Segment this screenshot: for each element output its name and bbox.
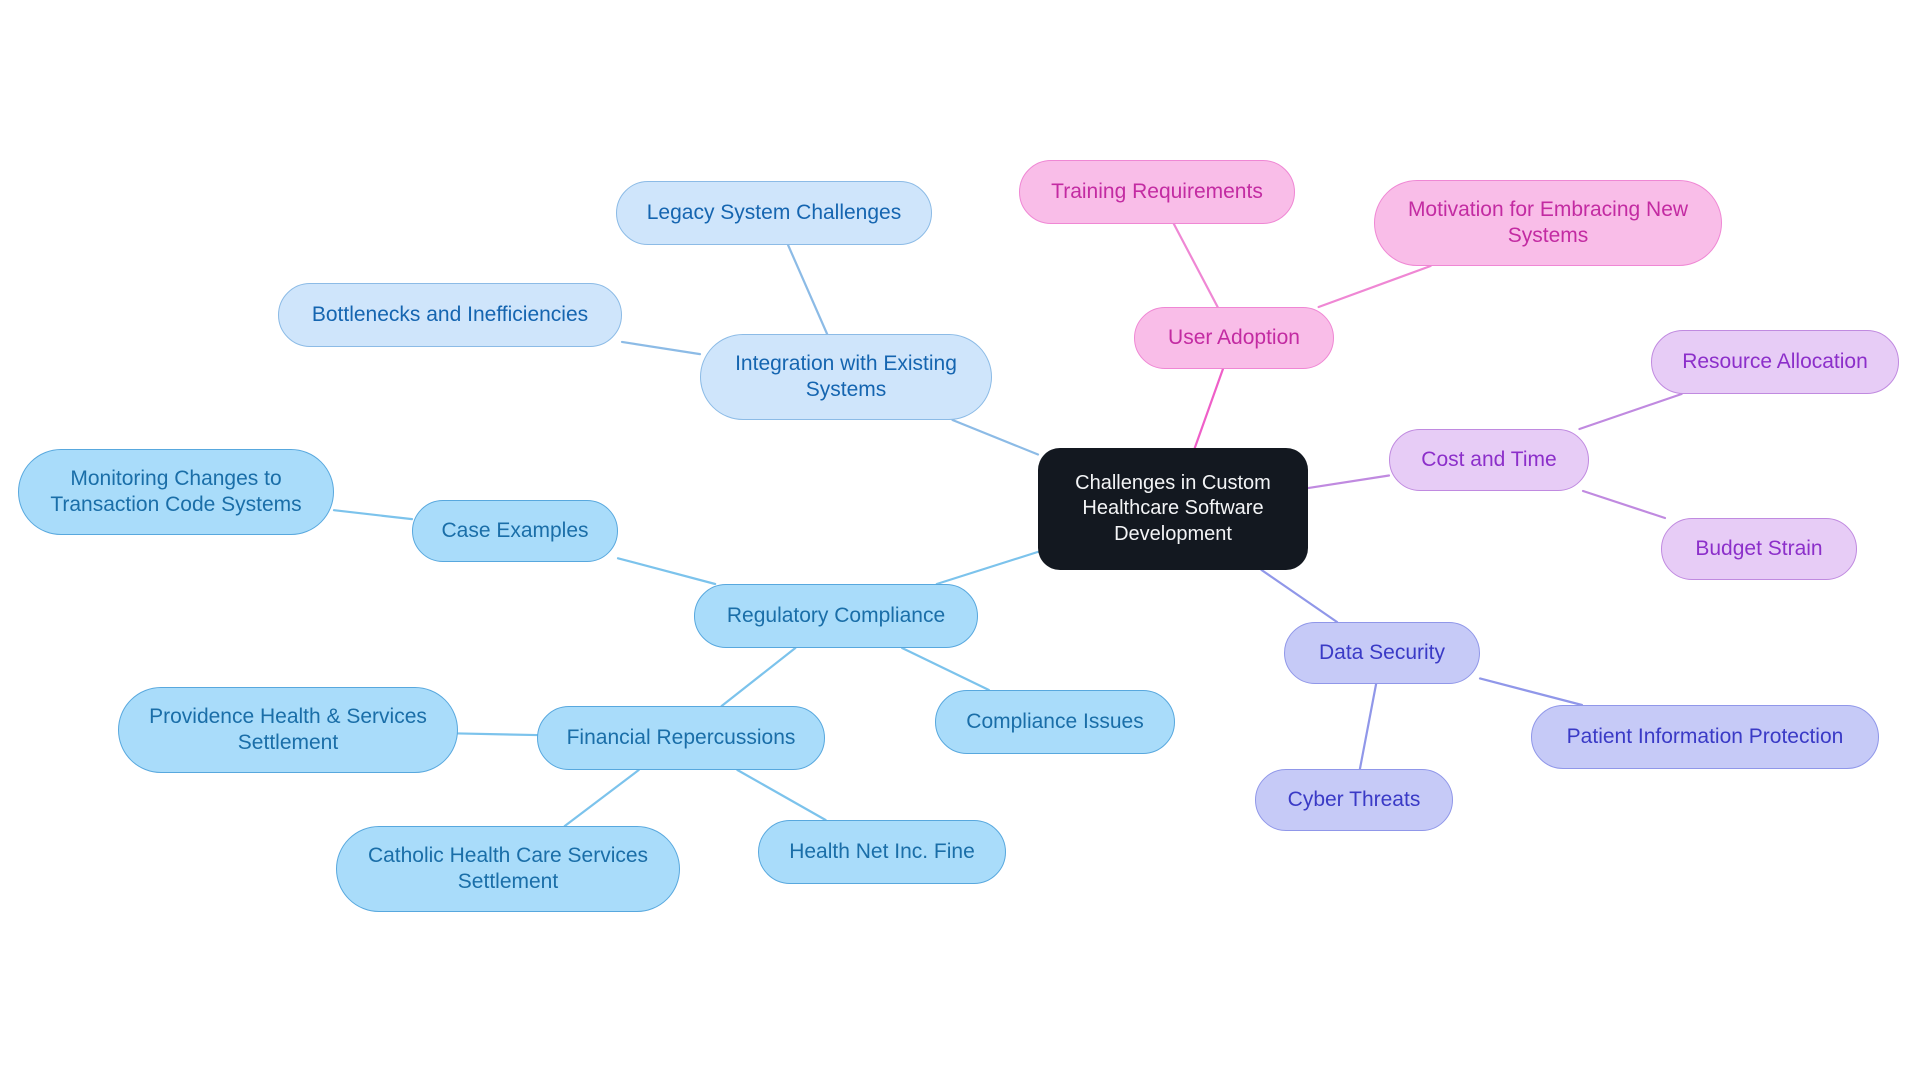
mindmap-node-costtime[interactable]: Cost and Time bbox=[1389, 429, 1589, 491]
mindmap-node-training[interactable]: Training Requirements bbox=[1019, 160, 1295, 224]
mindmap-node-label-bottlenecks: Bottlenecks and Inefficiencies bbox=[311, 302, 589, 326]
mindmap-edge-financial-to-providence bbox=[456, 732, 539, 737]
mindmap-edge-useradoption-to-motivation bbox=[1317, 264, 1432, 309]
mindmap-node-label-cyber: Cyber Threats bbox=[1287, 787, 1421, 811]
mindmap-canvas: Challenges in Custom Healthcare Software… bbox=[0, 0, 1920, 1083]
mindmap-node-label-useradoption: User Adoption bbox=[1168, 325, 1300, 349]
mindmap-node-label-compliance: Compliance Issues bbox=[966, 709, 1144, 733]
mindmap-node-label-regulatory: Regulatory Compliance bbox=[726, 603, 946, 627]
mindmap-edge-costtime-to-budget bbox=[1581, 489, 1667, 520]
mindmap-edge-root-to-datasecurity bbox=[1260, 568, 1339, 624]
mindmap-node-label-root: Challenges in Custom Healthcare Software… bbox=[1075, 472, 1271, 545]
mindmap-node-label-patientinfo: Patient Information Protection bbox=[1566, 724, 1844, 748]
mindmap-node-label-motivation: Motivation for Embracing New Systems bbox=[1407, 197, 1689, 247]
mindmap-edge-regulatory-to-financial bbox=[720, 646, 797, 708]
mindmap-node-label-datasecurity: Data Security bbox=[1318, 640, 1446, 664]
mindmap-edge-financial-to-healthnet bbox=[736, 768, 827, 822]
mindmap-node-motivation[interactable]: Motivation for Embracing New Systems bbox=[1374, 180, 1722, 266]
mindmap-node-label-catholic: Catholic Health Care Services Settlement bbox=[367, 843, 649, 893]
mindmap-node-cyber[interactable]: Cyber Threats bbox=[1255, 769, 1453, 831]
mindmap-node-label-healthnet: Health Net Inc. Fine bbox=[789, 839, 975, 863]
mindmap-node-label-training: Training Requirements bbox=[1051, 179, 1263, 203]
mindmap-node-bottlenecks[interactable]: Bottlenecks and Inefficiencies bbox=[278, 283, 622, 347]
mindmap-node-integration[interactable]: Integration with Existing Systems bbox=[700, 334, 992, 420]
mindmap-edge-root-to-useradoption bbox=[1193, 367, 1225, 450]
mindmap-node-label-budget: Budget Strain bbox=[1695, 536, 1823, 560]
mindmap-node-label-providence: Providence Health & Services Settlement bbox=[149, 704, 427, 754]
mindmap-node-label-monitoring: Monitoring Changes to Transaction Code S… bbox=[50, 466, 302, 516]
mindmap-edge-integration-to-legacy bbox=[786, 243, 829, 336]
mindmap-node-catholic[interactable]: Catholic Health Care Services Settlement bbox=[336, 826, 680, 912]
mindmap-node-resource[interactable]: Resource Allocation bbox=[1651, 330, 1899, 394]
mindmap-node-label-caseexamples: Case Examples bbox=[441, 518, 589, 542]
mindmap-node-financial[interactable]: Financial Repercussions bbox=[537, 706, 825, 770]
mindmap-edge-root-to-integration bbox=[951, 418, 1040, 456]
mindmap-edge-integration-to-bottlenecks bbox=[620, 340, 702, 356]
mindmap-edge-root-to-costtime bbox=[1306, 474, 1391, 490]
mindmap-node-legacy[interactable]: Legacy System Challenges bbox=[616, 181, 932, 245]
mindmap-node-compliance[interactable]: Compliance Issues bbox=[935, 690, 1175, 754]
mindmap-node-label-integration: Integration with Existing Systems bbox=[735, 351, 957, 401]
mindmap-edge-caseexamples-to-monitoring bbox=[332, 509, 414, 521]
mindmap-edge-root-to-regulatory bbox=[935, 550, 1040, 586]
mindmap-node-datasecurity[interactable]: Data Security bbox=[1284, 622, 1480, 684]
mindmap-node-label-resource: Resource Allocation bbox=[1682, 349, 1868, 373]
mindmap-edge-regulatory-to-compliance bbox=[901, 646, 990, 692]
mindmap-node-regulatory[interactable]: Regulatory Compliance bbox=[694, 584, 978, 648]
mindmap-node-providence[interactable]: Providence Health & Services Settlement bbox=[118, 687, 458, 773]
mindmap-node-monitoring[interactable]: Monitoring Changes to Transaction Code S… bbox=[18, 449, 334, 535]
mindmap-edge-costtime-to-resource bbox=[1578, 392, 1683, 431]
mindmap-edge-datasecurity-to-cyber bbox=[1358, 682, 1378, 771]
mindmap-node-patientinfo[interactable]: Patient Information Protection bbox=[1531, 705, 1879, 769]
mindmap-node-useradoption[interactable]: User Adoption bbox=[1134, 307, 1334, 369]
mindmap-edge-financial-to-catholic bbox=[563, 768, 640, 828]
edge-layer bbox=[332, 222, 1683, 828]
mindmap-node-root[interactable]: Challenges in Custom Healthcare Software… bbox=[1038, 448, 1308, 570]
mindmap-edge-regulatory-to-caseexamples bbox=[616, 557, 717, 586]
mindmap-edge-useradoption-to-training bbox=[1172, 222, 1219, 309]
mindmap-node-label-costtime: Cost and Time bbox=[1421, 447, 1557, 471]
mindmap-node-label-legacy: Legacy System Challenges bbox=[646, 200, 902, 224]
mindmap-node-healthnet[interactable]: Health Net Inc. Fine bbox=[758, 820, 1006, 884]
mindmap-node-caseexamples[interactable]: Case Examples bbox=[412, 500, 618, 562]
mindmap-node-budget[interactable]: Budget Strain bbox=[1661, 518, 1857, 580]
mindmap-edge-datasecurity-to-patientinfo bbox=[1478, 677, 1584, 707]
mindmap-node-label-financial: Financial Repercussions bbox=[566, 725, 796, 749]
